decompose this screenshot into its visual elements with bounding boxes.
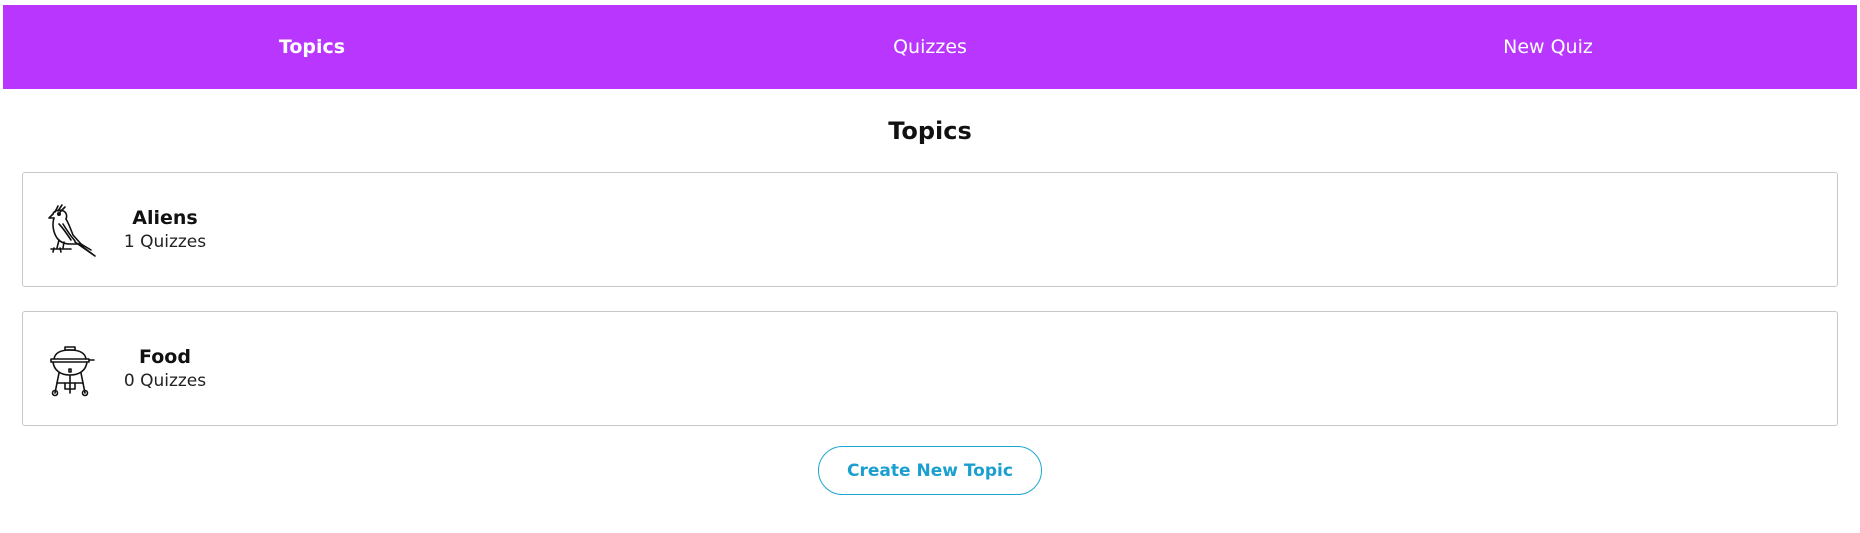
bird-icon xyxy=(45,202,97,258)
topic-quiz-count: 0 Quizzes xyxy=(123,371,207,391)
nav-link-new-quiz[interactable]: New Quiz xyxy=(1239,5,1857,89)
topic-text: Aliens 1 Quizzes xyxy=(109,206,221,254)
nav-link-topics[interactable]: Topics xyxy=(3,5,621,89)
topic-name: Aliens xyxy=(132,207,198,229)
topic-text: Food 0 Quizzes xyxy=(109,345,221,393)
nav-link-quizzes[interactable]: Quizzes xyxy=(621,5,1239,89)
topic-quiz-count: 1 Quizzes xyxy=(123,232,207,252)
page: Topics Quizzes New Quiz Topics Aliens 1 … xyxy=(0,0,1860,533)
top-navbar: Topics Quizzes New Quiz xyxy=(3,5,1857,89)
page-title: Topics xyxy=(888,117,972,145)
create-new-topic-button[interactable]: Create New Topic xyxy=(818,446,1042,495)
grill-icon xyxy=(45,341,97,397)
topic-list: Aliens 1 Quizzes Food 0 Quizzes xyxy=(22,172,1838,450)
topic-name: Food xyxy=(139,346,191,368)
topic-card-food[interactable]: Food 0 Quizzes xyxy=(22,311,1838,426)
topic-card-aliens[interactable]: Aliens 1 Quizzes xyxy=(22,172,1838,287)
